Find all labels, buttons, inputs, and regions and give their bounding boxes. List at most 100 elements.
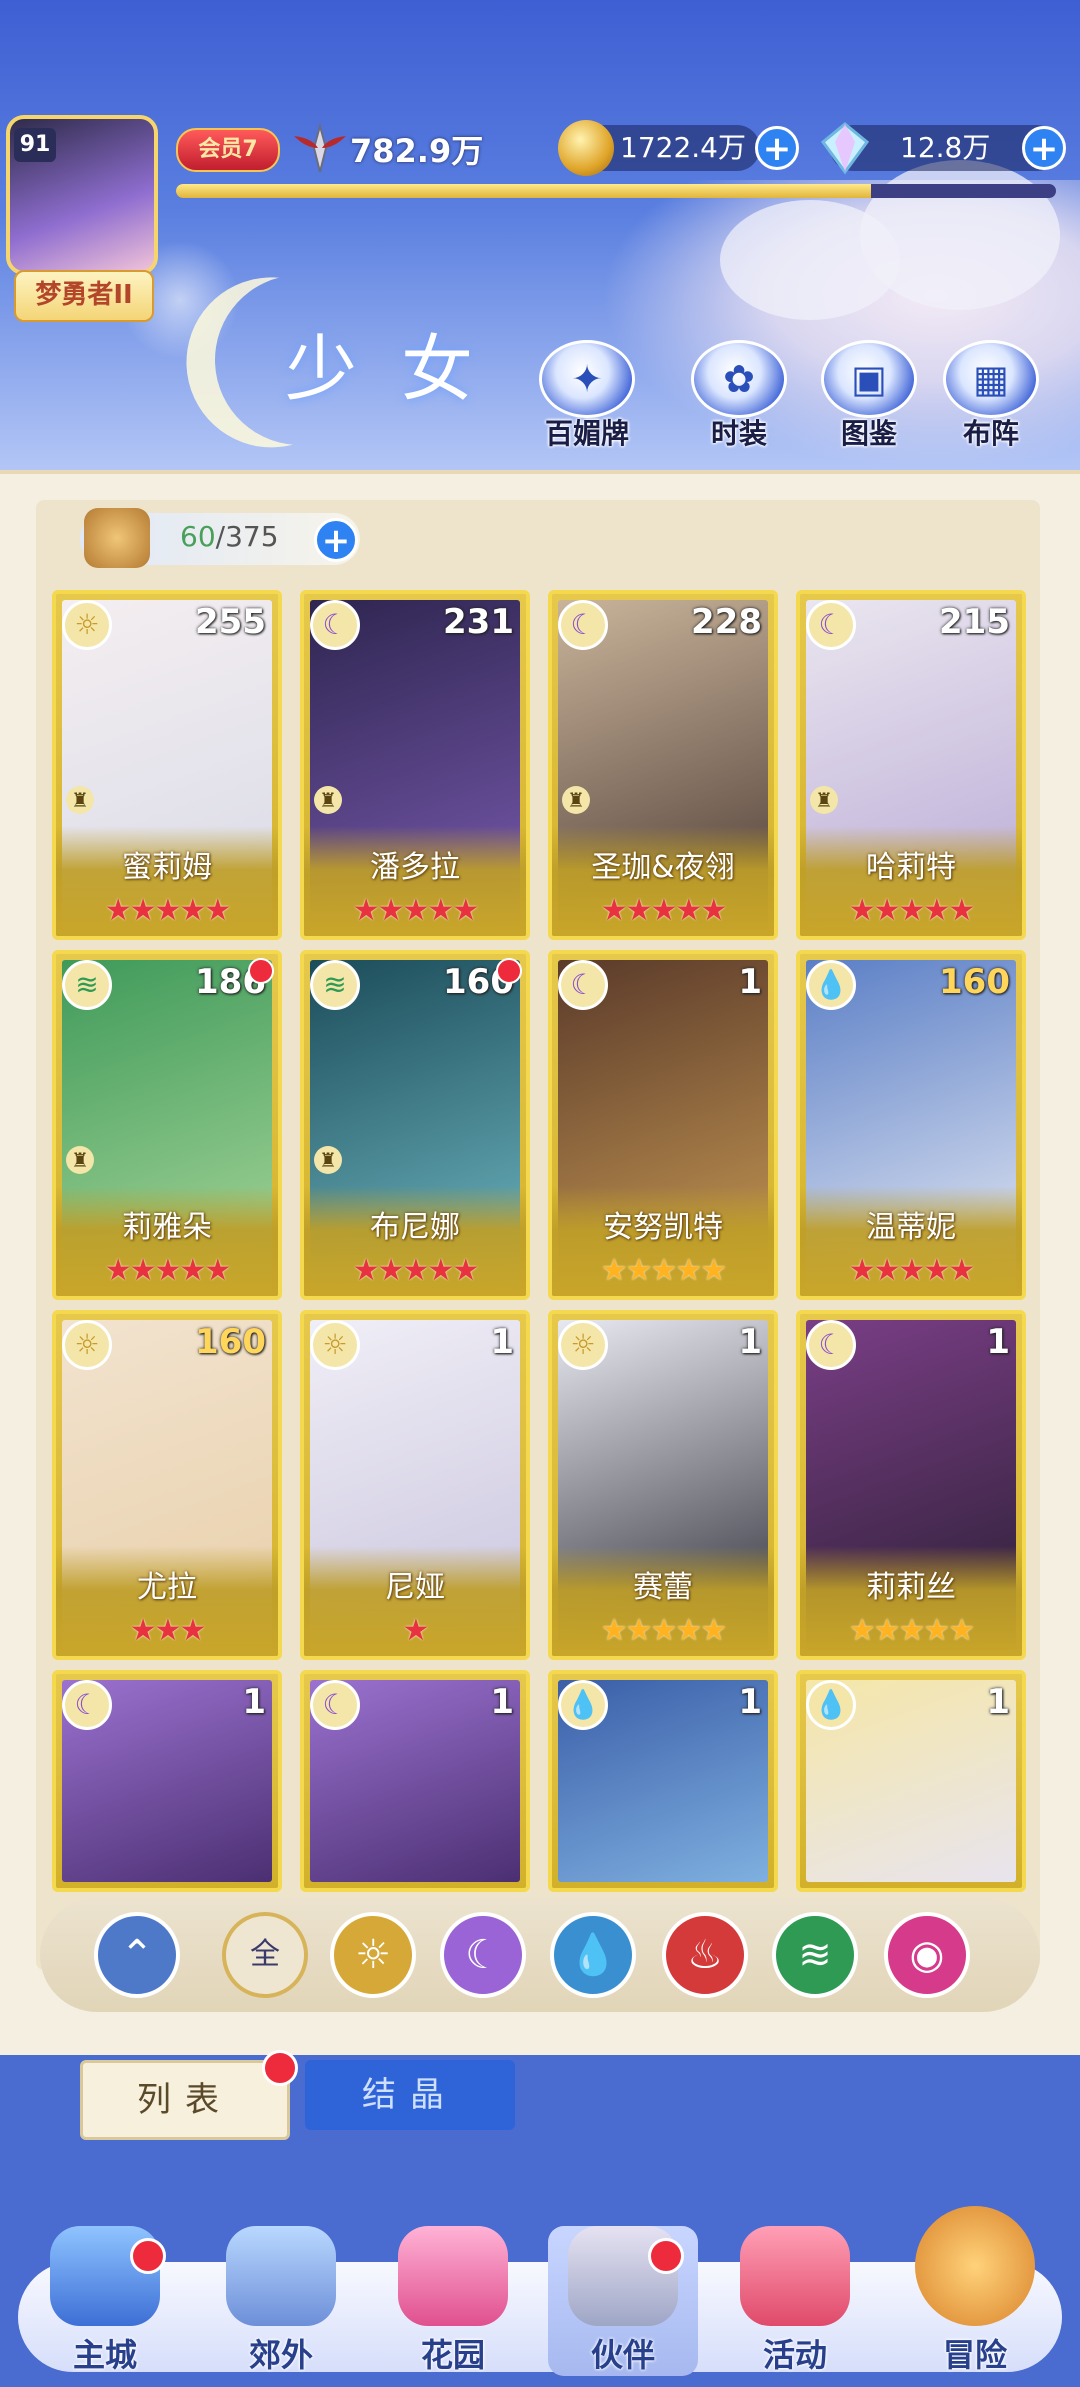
card-stars: ★★★★★	[600, 893, 727, 928]
add-gold-button[interactable]: +	[755, 126, 799, 170]
filter-wind-element[interactable]: ≋	[772, 1912, 858, 1998]
filter-all[interactable]: 全	[222, 1912, 308, 1998]
partner-card[interactable]: ☾ 1 莉莉丝 ★★★★★	[796, 1310, 1026, 1660]
formation-rook-icon: ♜	[314, 1146, 342, 1174]
partner-card[interactable]: 💧 1	[796, 1670, 1026, 1892]
partner-card[interactable]: ☼ 255 ♜ 蜜莉姆 ★★★★★	[52, 590, 282, 940]
card-level: 1	[986, 1322, 1010, 1362]
tab-list[interactable]: 列表	[80, 2060, 290, 2140]
nav-label: 郊外	[248, 2336, 313, 2374]
capacity-current: 60	[180, 520, 216, 553]
partner-card[interactable]: ☼ 1 尼娅 ★	[300, 1310, 530, 1660]
card-level: 160	[939, 962, 1010, 1002]
card-stars: ★★★★★	[104, 893, 231, 928]
filter-moon-element[interactable]: ☾	[440, 1912, 526, 1998]
book-icon: ▣	[821, 340, 917, 418]
gold-value: 1722.4万	[620, 131, 746, 164]
all-icon: 全	[250, 1937, 280, 1972]
filter-fire-element[interactable]: ♨	[662, 1912, 748, 1998]
expand-capacity-button[interactable]: +	[314, 518, 358, 562]
nav-label: 伙伴	[590, 2336, 655, 2374]
water-element-icon: 💧	[806, 960, 856, 1010]
card-stars: ★★★★★	[600, 1253, 727, 1288]
compass-icon	[915, 2206, 1035, 2326]
moon-element-icon: ☾	[310, 1680, 360, 1730]
header-button-outfit[interactable]: ✿ 时装	[680, 340, 798, 450]
nav-portal[interactable]: 郊外	[206, 2226, 356, 2376]
card-stars: ★★★★★	[600, 1613, 727, 1648]
tab-list-notification-dot	[262, 2050, 298, 2086]
card-name: 安努凯特	[603, 1210, 723, 1245]
header-button-grid[interactable]: ▦ 布阵	[932, 340, 1050, 450]
light-element-icon: ☼	[355, 1932, 391, 1978]
power-value: 782.9万	[350, 132, 484, 170]
nav-partner[interactable]: 伙伴	[548, 2226, 698, 2376]
card-level: 1	[738, 962, 762, 1002]
partner-card[interactable]: ☼ 160 尤拉 ★★★	[52, 1310, 282, 1660]
fire-element-icon: ♨	[687, 1932, 723, 1978]
partner-card[interactable]: ☾ 1	[300, 1670, 530, 1892]
filter-collapse[interactable]: ⌃	[94, 1912, 180, 1998]
formation-rook-icon: ♜	[810, 786, 838, 814]
formation-rook-icon: ♜	[314, 786, 342, 814]
header-button-badge[interactable]: ✦ 百媚牌	[528, 340, 646, 450]
header-button-label: 百媚牌	[544, 417, 629, 450]
card-level: 1	[242, 1682, 266, 1722]
card-stars: ★★★★★	[848, 1613, 975, 1648]
moon-element-icon: ☾	[806, 600, 856, 650]
diamond-value: 12.8万	[900, 131, 991, 164]
vip-badge[interactable]: 会员7	[176, 128, 280, 172]
card-level: 1	[986, 1682, 1010, 1722]
wind-element-icon: ≋	[310, 960, 360, 1010]
light-element-icon: ☼	[310, 1320, 360, 1370]
header-button-book[interactable]: ▣ 图鉴	[810, 340, 928, 450]
card-level: 160	[195, 1322, 266, 1362]
player-name: 梦勇者II	[14, 270, 154, 322]
portal-icon	[226, 2226, 336, 2326]
partner-card[interactable]: ☾ 215 ♜ 哈莉特 ★★★★★	[796, 590, 1026, 940]
card-stars: ★★★★★	[848, 1253, 975, 1288]
filter-light-element[interactable]: ☼	[330, 1912, 416, 1998]
partner-card[interactable]: 💧 1	[548, 1670, 778, 1892]
tab-crystal[interactable]: 结晶	[305, 2060, 515, 2130]
experience-bar	[176, 184, 1056, 198]
filter-heart-element[interactable]: ◉	[884, 1912, 970, 1998]
card-name: 温蒂妮	[866, 1210, 956, 1245]
card-stars: ★	[402, 1613, 430, 1648]
badge-icon: ✦	[539, 340, 635, 418]
add-diamond-button[interactable]: +	[1022, 126, 1066, 170]
light-element-icon: ☼	[62, 1320, 112, 1370]
card-stars: ★★★	[129, 1613, 207, 1648]
nav-compass[interactable]: 冒险	[900, 2206, 1050, 2376]
nav-heart-garden[interactable]: 花园	[378, 2226, 528, 2376]
nav-notification-dot	[648, 2238, 684, 2274]
filter-water-element[interactable]: 💧	[550, 1912, 636, 1998]
partner-card[interactable]: ☼ 1 赛蕾 ★★★★★	[548, 1310, 778, 1660]
experience-fill	[176, 184, 872, 198]
card-name: 尤拉	[137, 1570, 197, 1605]
light-element-icon: ☼	[62, 600, 112, 650]
heart-garden-icon	[398, 2226, 508, 2326]
moon-element-icon: ☾	[310, 600, 360, 650]
partner-card[interactable]: ≋ 160 ♜ 布尼娜 ★★★★★	[300, 950, 530, 1300]
partner-card[interactable]: ☾ 228 ♜ 圣珈&夜翎 ★★★★★	[548, 590, 778, 940]
partner-card[interactable]: 💧 160 温蒂妮 ★★★★★	[796, 950, 1026, 1300]
card-stars: ★★★★★	[848, 893, 975, 928]
card-name: 蜜莉姆	[122, 850, 212, 885]
water-element-icon: 💧	[558, 1680, 608, 1730]
card-name: 潘多拉	[370, 850, 460, 885]
card-name: 布尼娜	[370, 1210, 460, 1245]
partner-card[interactable]: ☾ 1	[52, 1670, 282, 1892]
nav-gift[interactable]: 活动	[720, 2226, 870, 2376]
water-element-icon: 💧	[568, 1932, 618, 1978]
moon-element-icon: ☾	[806, 1320, 856, 1370]
nav-castle[interactable]: 主城	[30, 2226, 180, 2376]
card-notification-dot	[248, 958, 274, 984]
partner-card[interactable]: ☾ 231 ♜ 潘多拉 ★★★★★	[300, 590, 530, 940]
capacity-text: 60/375	[180, 520, 279, 553]
partner-card[interactable]: ☾ 1 安努凯特 ★★★★★	[548, 950, 778, 1300]
partner-card[interactable]: ≋ 186 ♜ 莉雅朵 ★★★★★	[52, 950, 282, 1300]
card-level: 1	[490, 1682, 514, 1722]
moon-element-icon: ☾	[62, 1680, 112, 1730]
card-stars: ★★★★★	[352, 1253, 479, 1288]
